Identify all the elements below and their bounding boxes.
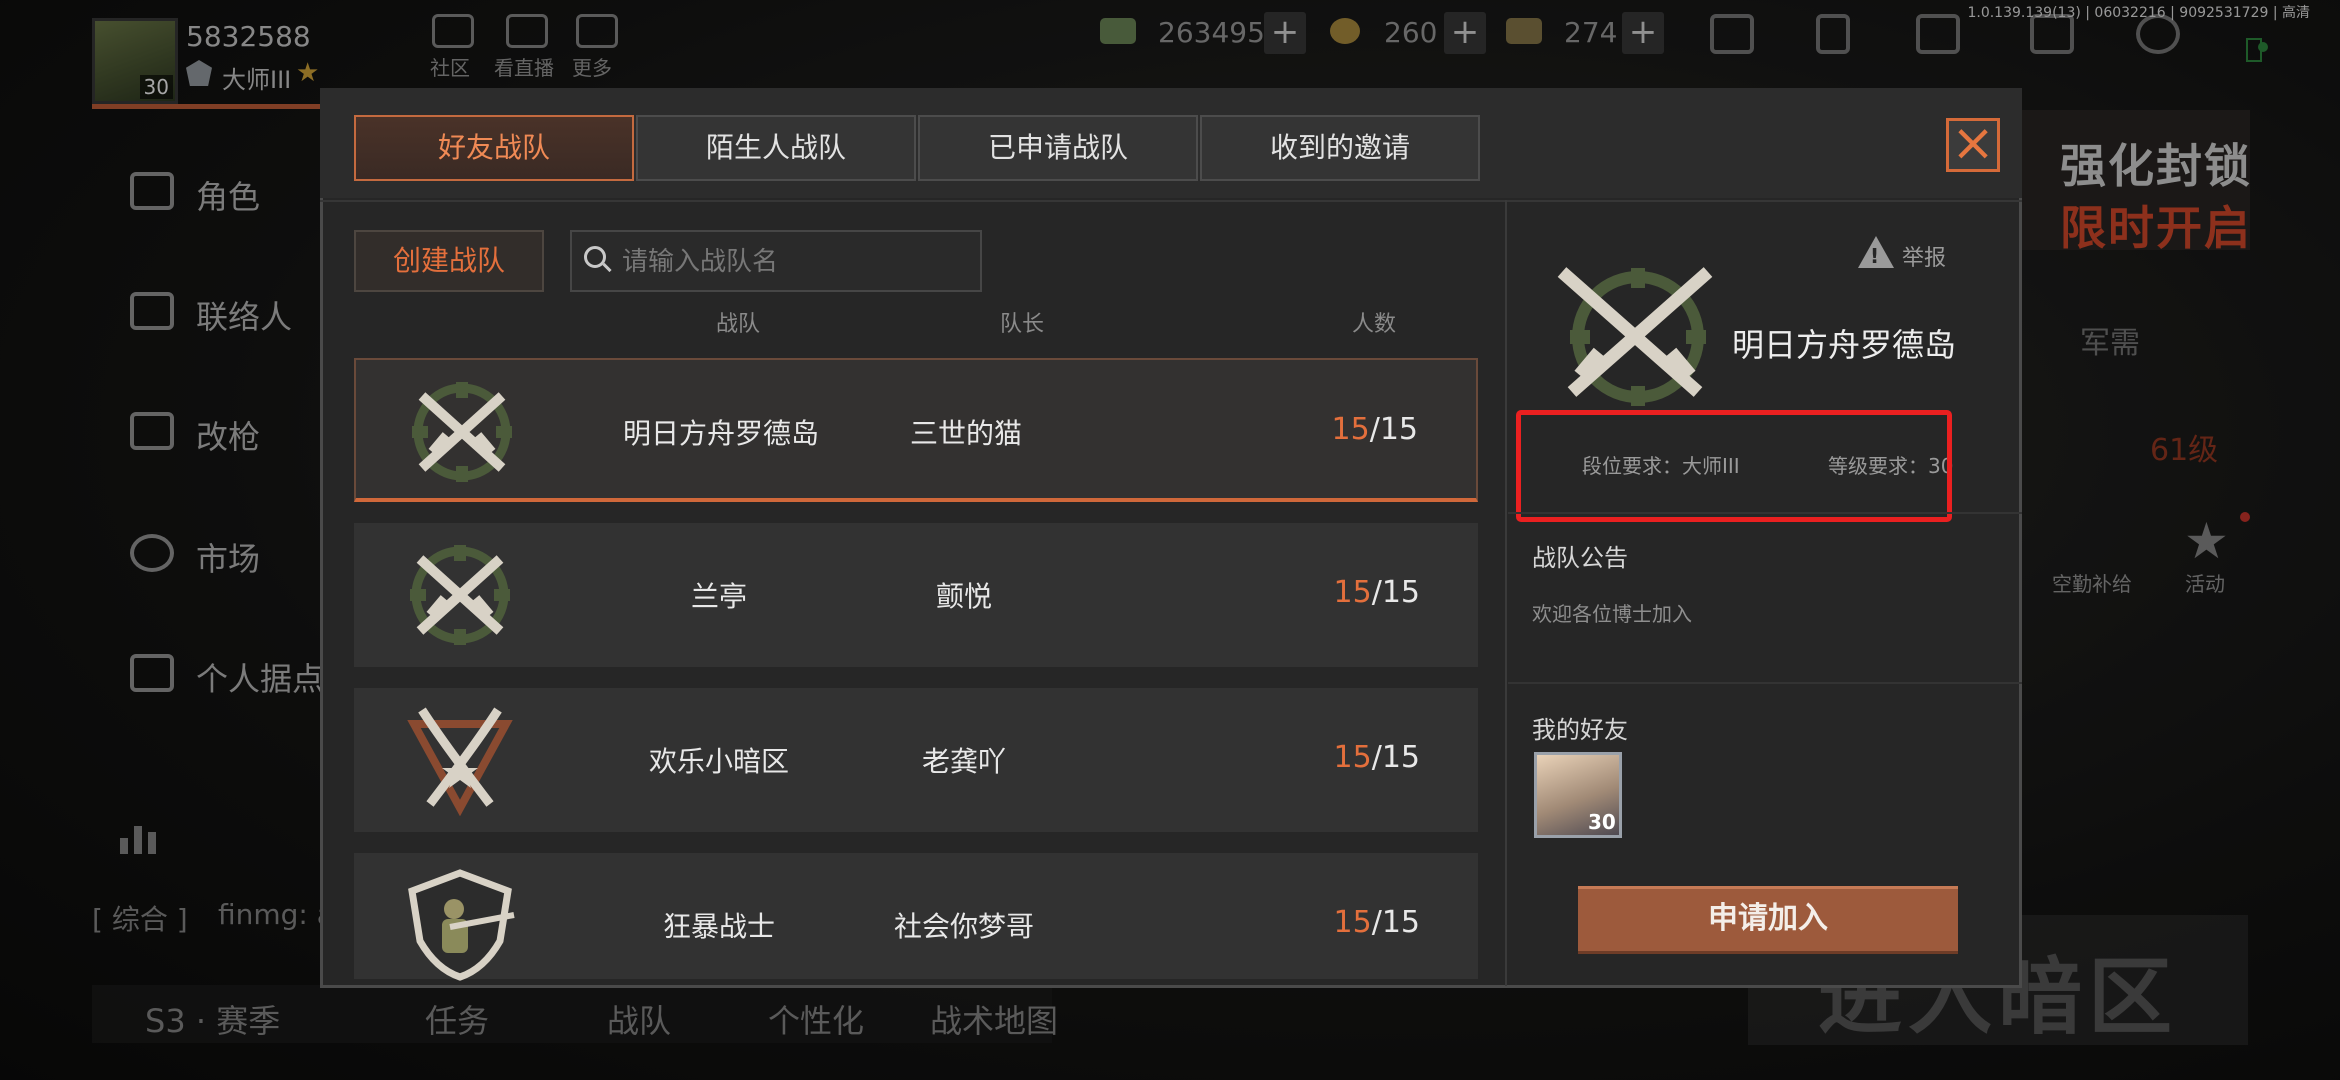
team-row[interactable]: 明日方舟罗德岛 三世的猫 15/15 — [354, 358, 1478, 502]
close-button[interactable]: × — [1946, 117, 2000, 172]
tab-stranger-teams[interactable]: 陌生人战队 — [636, 115, 916, 181]
team-emblem-icon — [1557, 267, 1713, 406]
team-leader: 三世的猫 — [909, 417, 1022, 450]
tab-received-invites[interactable]: 收到的邀请 — [1200, 115, 1480, 181]
notice-title: 战队公告 — [1532, 544, 1628, 572]
member-current: 15 — [1333, 740, 1372, 775]
soldier-shield-emblem-icon — [408, 869, 515, 981]
team-row[interactable]: 欢乐小暗区 老龚吖 15/15 — [354, 688, 1478, 832]
crossed-knives-emblem-icon — [407, 707, 513, 816]
team-name: 兰亭 — [690, 580, 747, 613]
member-total: /15 — [1371, 740, 1420, 775]
member-current: 15 — [1333, 575, 1372, 610]
apply-join-button[interactable]: 申请加入 — [1578, 886, 1958, 954]
team-leader: 社会你梦哥 — [893, 910, 1034, 943]
search-input[interactable] — [620, 236, 974, 288]
close-icon: × — [1951, 113, 1995, 173]
crossed-rifles-emblem-icon — [412, 382, 512, 482]
header-divider — [320, 200, 2022, 202]
section-divider — [1508, 512, 2022, 514]
create-team-button[interactable]: 创建战队 — [354, 230, 544, 292]
requirements-highlight — [1516, 410, 1952, 522]
column-header-team: 战队 — [716, 312, 761, 337]
team-row[interactable]: 狂暴战士 社会你梦哥 15/15 — [354, 853, 1478, 981]
warning-mark: ! — [1870, 244, 1880, 268]
column-header-leader: 队长 — [1000, 312, 1045, 337]
detail-team-name: 明日方舟罗德岛 — [1732, 326, 1957, 364]
section-divider — [1508, 682, 2022, 684]
member-total: /15 — [1369, 412, 1418, 447]
team-name: 狂暴战士 — [662, 910, 775, 943]
member-count: 15/15 — [1334, 740, 1420, 775]
member-total: /15 — [1371, 575, 1420, 610]
friend-level: 30 — [1588, 810, 1616, 834]
report-link[interactable]: 举报 — [1902, 240, 1946, 272]
member-current: 15 — [1331, 412, 1370, 447]
tab-applied-teams[interactable]: 已申请战队 — [918, 115, 1198, 181]
notice-text: 欢迎各位博士加入 — [1532, 602, 1692, 626]
tab-friend-teams[interactable]: 好友战队 — [354, 115, 634, 181]
panel-divider — [1505, 200, 1507, 986]
friends-title: 我的好友 — [1532, 716, 1628, 744]
team-name: 欢乐小暗区 — [648, 745, 789, 778]
crossed-rifles-emblem-icon — [410, 545, 510, 645]
member-count: 15/15 — [1334, 905, 1420, 940]
team-leader: 老龚吖 — [921, 745, 1006, 778]
member-total: /15 — [1371, 905, 1420, 940]
member-count: 15/15 — [1334, 575, 1420, 610]
team-row[interactable]: 兰亭 颤悦 15/15 — [354, 523, 1478, 667]
team-name: 明日方舟罗德岛 — [622, 417, 819, 450]
team-leader: 颤悦 — [935, 580, 992, 613]
member-count: 15/15 — [1332, 412, 1418, 447]
column-header-members: 人数 — [1352, 312, 1397, 337]
member-current: 15 — [1333, 905, 1372, 940]
